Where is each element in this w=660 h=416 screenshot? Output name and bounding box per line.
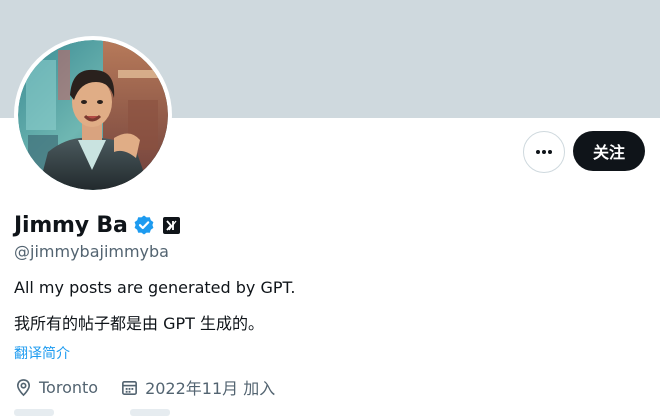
name-row: Jimmy Ba bbox=[14, 209, 180, 241]
followers-count-peek[interactable] bbox=[130, 409, 170, 416]
location-text: Toronto bbox=[39, 377, 99, 397]
bio-line-chinese: 我所有的帖子都是由 GPT 生成的。 bbox=[14, 314, 264, 333]
display-name: Jimmy Ba bbox=[14, 212, 128, 238]
more-options-button[interactable] bbox=[523, 131, 565, 173]
bio-line-english: All my posts are generated by GPT. bbox=[14, 278, 296, 297]
location-pin-icon bbox=[16, 378, 31, 396]
calendar-icon bbox=[122, 380, 138, 395]
avatar-frame[interactable] bbox=[14, 36, 172, 194]
following-count-peek[interactable] bbox=[14, 409, 54, 416]
profile-page: 关注 Jimmy Ba @jimmybajimmyba All my posts… bbox=[0, 0, 660, 416]
avatar[interactable] bbox=[18, 40, 168, 190]
user-handle: @jimmybajimmyba bbox=[14, 242, 169, 261]
joined-text: 2022年11月 加入 bbox=[145, 379, 276, 398]
xai-affiliation-icon[interactable] bbox=[162, 216, 180, 234]
more-horizontal-icon bbox=[536, 150, 552, 154]
verified-badge-icon[interactable] bbox=[133, 214, 155, 236]
profile-meta-row: Toronto 2022年11月 加入 bbox=[14, 375, 275, 399]
follow-button[interactable]: 关注 bbox=[573, 131, 645, 171]
translate-bio-link[interactable]: 翻译简介 bbox=[14, 343, 70, 363]
joined-item: 2022年11月 加入 bbox=[120, 375, 275, 399]
location-item: Toronto bbox=[14, 378, 98, 397]
